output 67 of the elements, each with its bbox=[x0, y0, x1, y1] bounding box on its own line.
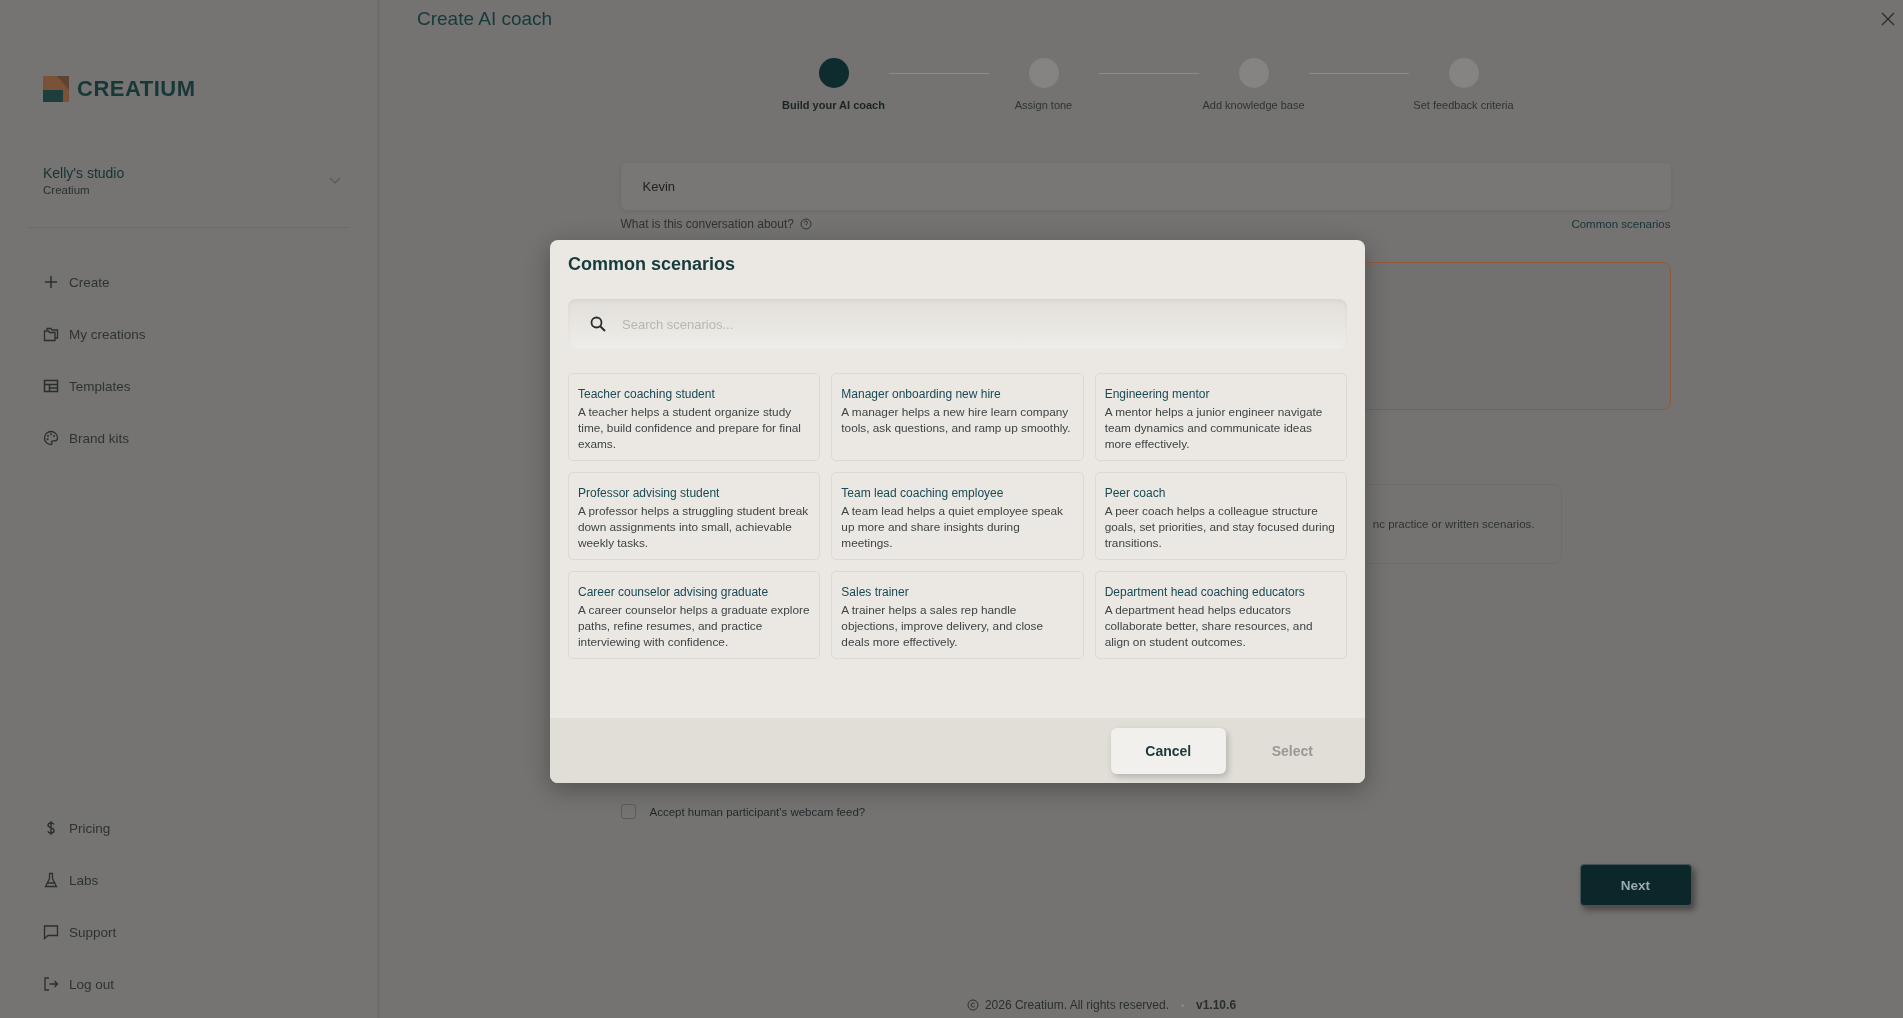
copyright-text: 2026 Creatium. All rights reserved. bbox=[984, 998, 1169, 1012]
step-label: Assign tone bbox=[1014, 99, 1073, 111]
scenario-title: Department head coaching educators bbox=[1104, 585, 1306, 599]
nav-item[interactable]: My creations bbox=[43, 308, 377, 360]
scenario-title: Engineering mentor bbox=[1104, 387, 1211, 401]
scenario-title: Team lead coaching employee bbox=[841, 486, 1005, 500]
page-title: Create AI coach bbox=[417, 8, 554, 30]
scenario-title: Career counselor advising graduate bbox=[578, 585, 770, 599]
help-icon[interactable] bbox=[799, 218, 812, 230]
scenario-card[interactable]: Team lead coaching employee A team lead helps a quiet employee speak up more and share insights during meetings. bbox=[831, 472, 1084, 560]
layout-icon bbox=[43, 378, 59, 394]
palette-icon bbox=[43, 430, 59, 446]
checkbox-label: Accept human participant's webcam feed? bbox=[649, 805, 866, 818]
checkbox[interactable] bbox=[620, 804, 636, 819]
dialog-title: Common scenarios bbox=[568, 254, 737, 275]
nav-item[interactable]: Pricing bbox=[43, 802, 377, 854]
logo-text: CREATIUM bbox=[77, 76, 196, 102]
cancel-button[interactable]: Cancel bbox=[1110, 727, 1226, 774]
step-label: Set feedback criteria bbox=[1413, 99, 1514, 111]
common-scenarios-link[interactable]: Common scenarios bbox=[1571, 218, 1671, 230]
scenario-description: A department head helps educators collaborate better, share resources, and align on student outcomes. bbox=[1104, 602, 1314, 650]
scenario-description: A career counselor helps a graduate explore paths, refine resumes, and practice interviewing with confidence. bbox=[578, 602, 811, 650]
nav-item[interactable]: Log out bbox=[43, 958, 377, 1010]
scenario-card[interactable]: Manager onboarding new hire A manager helps a new hire learn company tools, ask questions, and ramp up smoothly. bbox=[831, 373, 1084, 461]
scenario-card[interactable]: Peer coach A peer coach helps a colleague structure goals, set priorities, and stay focused during transitions. bbox=[1094, 472, 1347, 560]
folders-icon bbox=[43, 326, 59, 342]
scenario-title: Sales trainer bbox=[841, 585, 910, 599]
flask-icon bbox=[43, 872, 59, 888]
scenario-card[interactable]: Teacher coaching student A teacher helps a student organize study time, build confidence and prepare for final exams. bbox=[568, 373, 821, 461]
scenario-title: Professor advising student bbox=[578, 486, 721, 500]
name-field[interactable]: Kevin bbox=[620, 163, 1671, 210]
nav-item[interactable]: Support bbox=[43, 906, 377, 958]
scenario-title: Manager onboarding new hire bbox=[841, 387, 1002, 401]
nav-item[interactable]: Create bbox=[43, 256, 377, 308]
mode-description: nc practice or written scenarios. bbox=[1372, 518, 1535, 530]
chevron-down-icon bbox=[329, 176, 341, 185]
scenario-title: Teacher coaching student bbox=[578, 387, 716, 401]
scenario-description: A team lead helps a quiet employee speak up more and share insights during meetings. bbox=[841, 503, 1064, 551]
close-icon[interactable] bbox=[1881, 12, 1895, 26]
workspace-name: Kelly's studio bbox=[43, 165, 126, 181]
scenario-description: A teacher helps a student organize study time, build confidence and prepare for final exams. bbox=[578, 404, 802, 452]
field-label: What is this conversation about? bbox=[620, 217, 794, 231]
workspace-switcher[interactable]: Kelly's studio Creatium bbox=[43, 165, 341, 196]
logout-icon bbox=[43, 976, 59, 992]
step-label: Build your AI coach bbox=[782, 99, 885, 111]
copyright-icon bbox=[966, 999, 979, 1011]
version-text: v1.10.6 bbox=[1196, 998, 1237, 1012]
step-label: Add knowledge base bbox=[1202, 99, 1305, 111]
scenario-description: A mentor helps a junior engineer navigate team dynamics and communicate ideas more effectively. bbox=[1104, 404, 1324, 452]
nav-item[interactable]: Brand kits bbox=[43, 412, 377, 464]
scenario-description: A professor helps a struggling student break down assignments into small, achievable weekly tasks. bbox=[578, 503, 810, 551]
plus-icon bbox=[43, 274, 59, 290]
scenario-card[interactable]: Engineering mentor A mentor helps a junior engineer navigate team dynamics and communicate ideas more effectively. bbox=[1094, 373, 1347, 461]
scenario-title: Peer coach bbox=[1104, 486, 1167, 500]
scenario-description: A trainer helps a sales rep handle objections, improve delivery, and close deals more effectively. bbox=[841, 602, 1045, 650]
scenario-card[interactable]: Department head coaching educators A department head helps educators collaborate better, share resources, and align on student outcomes. bbox=[1094, 571, 1347, 659]
scenario-card[interactable]: Professor advising student A professor helps a struggling student break down assignments into small, achievable weekly tasks. bbox=[568, 472, 821, 560]
next-button[interactable]: Next bbox=[1579, 864, 1692, 906]
speech-bubble-icon bbox=[43, 924, 59, 940]
nav-item[interactable]: Templates bbox=[43, 360, 377, 412]
logo-icon bbox=[43, 76, 69, 102]
scenario-card[interactable]: Career counselor advising graduate A career counselor helps a graduate explore paths, refine resumes, and practice interviewing with confidence. bbox=[568, 571, 821, 659]
scenario-description: A manager helps a new hire learn company tools, ask questions, and ramp up smoothly. bbox=[841, 404, 1072, 436]
scenario-card[interactable]: Sales trainer A trainer helps a sales rep handle objections, improve delivery, and close deals more effectively. bbox=[831, 571, 1084, 659]
nav-item[interactable]: Labs bbox=[43, 854, 377, 906]
scenario-description: A peer coach helps a colleague structure goals, set priorities, and stay focused during transitions. bbox=[1104, 503, 1336, 551]
workspace-org: Creatium bbox=[43, 184, 91, 196]
